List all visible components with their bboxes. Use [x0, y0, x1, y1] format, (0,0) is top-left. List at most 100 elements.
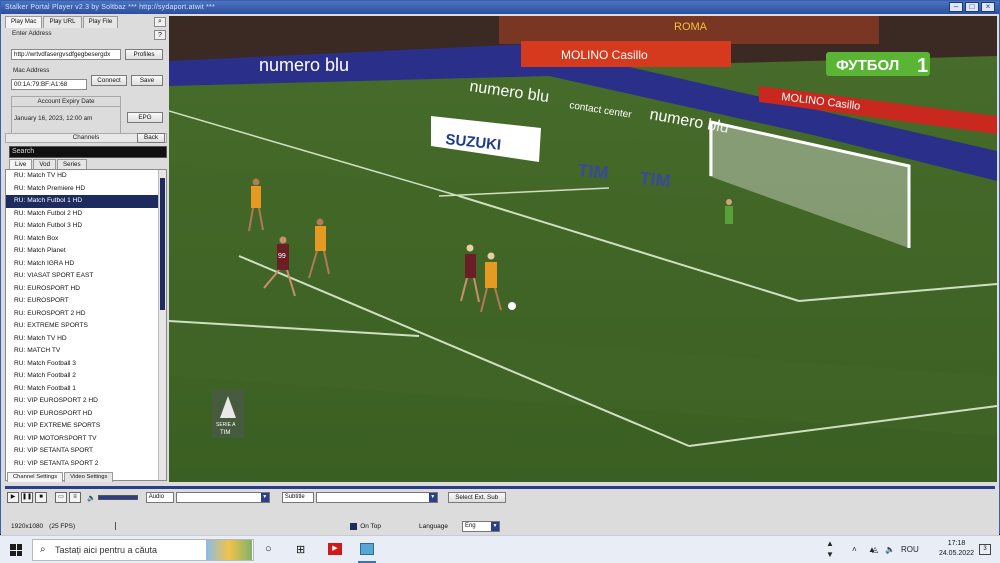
tim-text-1: TIM [577, 160, 610, 183]
widgets-icon[interactable]: ⊞ [296, 543, 305, 556]
content-tabs: Live Vod Series [9, 159, 87, 169]
fps-text: (25 FPS) [49, 522, 76, 530]
left-panel: Play Mac Play URL Play File ⌕ ? Enter Ad… [5, 16, 167, 484]
windows-start-icon[interactable] [10, 544, 22, 556]
title-bar[interactable]: Stalker Portal Player v2.3 by Soltbaz **… [1, 1, 999, 14]
play-icon[interactable]: ▶ [7, 492, 19, 503]
tray-chevron-up-icon[interactable]: ˄ [852, 545, 857, 554]
minimize-button[interactable]: – [949, 2, 963, 12]
tab-video-settings[interactable]: Video Settings [64, 472, 114, 482]
channel-search-input[interactable]: Search [9, 146, 167, 158]
search-icon: ⌕ [40, 544, 46, 555]
channel-list-item[interactable]: RU: VIP EUROSPORT HD [6, 408, 166, 421]
channel-list-item[interactable]: RU: EXTREME SPORTS [6, 320, 166, 333]
badge-text-top: SERIE A [216, 422, 236, 428]
channel-list-item[interactable]: RU: VIP EXTREME SPORTS [6, 420, 166, 433]
channel-list-item[interactable]: RU: Match TV HD [6, 333, 166, 346]
profiles-button[interactable]: Profiles [125, 49, 163, 60]
scrollbar-thumb[interactable] [160, 178, 165, 310]
channel-list-item[interactable]: RU: Match Futbol 1 HD [6, 195, 166, 208]
maximize-button[interactable]: □ [965, 2, 979, 12]
channel-list-item[interactable]: RU: Match Football 1 [6, 383, 166, 396]
notification-icon[interactable]: 3 [979, 544, 991, 555]
video-area[interactable]: numero blu numero blu contact center num… [169, 16, 997, 482]
playback-controls: ▶ ❚❚ ■ ▭ ≡ 🔈 Audio ▼ Subtitle ▼ Select E… [7, 492, 506, 503]
pause-icon[interactable]: ❚❚ [21, 492, 33, 503]
channel-list-item[interactable]: RU: Match IGRA HD [6, 258, 166, 271]
mac-label: Mac Address [13, 67, 50, 74]
audio-select[interactable]: ▼ [175, 492, 270, 503]
language-value: Eng [464, 522, 476, 529]
channel-list-item[interactable]: RU: Match Box [6, 233, 166, 246]
channel-list-item[interactable]: RU: Match Futbol 2 HD [6, 208, 166, 221]
seek-bar[interactable] [5, 486, 995, 489]
channel-list-item[interactable]: RU: VIP SETANTA SPORT 2 [6, 458, 166, 471]
chevron-down-icon: ▼ [260, 493, 269, 502]
channel-list-item[interactable]: RU: VIP EUROSPORT 2 HD [6, 395, 166, 408]
search-icon[interactable]: ⌕ [154, 17, 166, 27]
on-top-checkbox[interactable] [350, 522, 358, 530]
tab-live[interactable]: Live [9, 159, 33, 169]
connect-button[interactable]: Connect [91, 75, 127, 86]
settings-tabs: Channel Settings Video Settings [7, 472, 114, 482]
mac-address-field[interactable]: 00:1A:79:BF:A1:68 [11, 79, 87, 90]
scroll-up-icon[interactable]: ▲ [826, 539, 834, 548]
channel-list-item[interactable]: RU: EUROSPORT [6, 295, 166, 308]
video-frame: numero blu numero blu contact center num… [169, 16, 997, 482]
language-indicator[interactable]: ROU [901, 545, 919, 554]
channel-list-item[interactable]: RU: VIP SETANTA SPORT [6, 445, 166, 458]
tab-series[interactable]: Series [57, 159, 87, 169]
player-app-icon[interactable] [360, 543, 374, 555]
language-select[interactable]: Eng ▼ [461, 520, 500, 532]
channel-list-item[interactable]: RU: Match Premiere HD [6, 183, 166, 196]
tab-play-file[interactable]: Play File [82, 16, 119, 28]
player-window: Stalker Portal Player v2.3 by Soltbaz **… [0, 0, 1000, 535]
clock-date: 24.05.2022 [938, 550, 974, 557]
channel-list-item[interactable]: RU: MATCH TV [6, 345, 166, 358]
channel-logo-num: 1 [917, 55, 928, 77]
tab-play-url[interactable]: Play URL [43, 16, 82, 28]
channel-list-item[interactable]: RU: Match Planet [6, 245, 166, 258]
back-button[interactable]: Back [137, 133, 165, 143]
channel-list-item[interactable]: RU: Match Futbol 3 HD [6, 220, 166, 233]
channel-list-item[interactable]: RU: VIASAT SPORT EAST [6, 270, 166, 283]
playlist-icon[interactable]: ≡ [69, 492, 81, 503]
stop-icon[interactable]: ■ [35, 492, 47, 503]
channel-list-item[interactable]: RU: VIP MOTORSPORT TV [6, 433, 166, 446]
select-ext-sub-button[interactable]: Select Ext. Sub [447, 492, 506, 503]
help-icon[interactable]: ? [154, 30, 166, 40]
tab-channel-settings[interactable]: Channel Settings [7, 472, 64, 482]
wifi-icon[interactable]: ◬ [872, 545, 878, 554]
volume-slider[interactable] [97, 495, 138, 500]
expiry-label: Account Expiry Date [12, 97, 120, 107]
expiry-value: January 16, 2023, 12:00 am [14, 115, 93, 122]
language-label: Language [419, 522, 448, 530]
channel-list[interactable]: RU: Match TV HD RU: Match Premiere HD RU: … [5, 169, 167, 481]
task-view-icon[interactable]: ○ [265, 543, 272, 555]
search-highlight-image [206, 540, 252, 560]
channel-list-item[interactable]: RU: EUROSPORT 2 HD [6, 308, 166, 321]
subtitle-label: Subtitle [281, 492, 314, 503]
screen-icon[interactable]: ▭ [55, 492, 67, 503]
board-text-numero: numero blu [259, 55, 349, 75]
portal-url-field[interactable]: http://wrtvdfasergvsdfgegbesergdx [11, 49, 121, 60]
taskbar: Tastați aici pentru a căuta ⌕ ○ ⊞ ▶ ▲ ▼ … [0, 535, 1000, 563]
close-button[interactable]: × [981, 2, 995, 12]
tab-play-mac[interactable]: Play Mac [5, 16, 43, 28]
youtube-app-icon[interactable]: ▶ [328, 543, 342, 555]
ball [508, 302, 516, 310]
channel-list-scrollbar[interactable] [158, 170, 166, 480]
channel-list-item[interactable]: RU: Match Football 3 [6, 358, 166, 371]
channel-list-item[interactable]: RU: Match TV HD [6, 170, 166, 183]
tab-vod[interactable]: Vod [33, 159, 57, 169]
epg-button[interactable]: EPG [127, 112, 163, 123]
volume-icon[interactable]: 🔈 [87, 494, 96, 502]
volume-tray-icon[interactable]: 🔈 [885, 545, 895, 554]
taskbar-clock[interactable]: 17:18 24.05.2022 [939, 539, 974, 559]
save-button[interactable]: Save [131, 75, 163, 86]
channel-logo-text: ФУТБОЛ [836, 57, 899, 74]
scroll-down-icon[interactable]: ▼ [826, 550, 834, 559]
channel-list-item[interactable]: RU: Match Football 2 [6, 370, 166, 383]
channel-list-item[interactable]: RU: EUROSPORT HD [6, 283, 166, 296]
subtitle-select[interactable]: ▼ [315, 492, 438, 503]
